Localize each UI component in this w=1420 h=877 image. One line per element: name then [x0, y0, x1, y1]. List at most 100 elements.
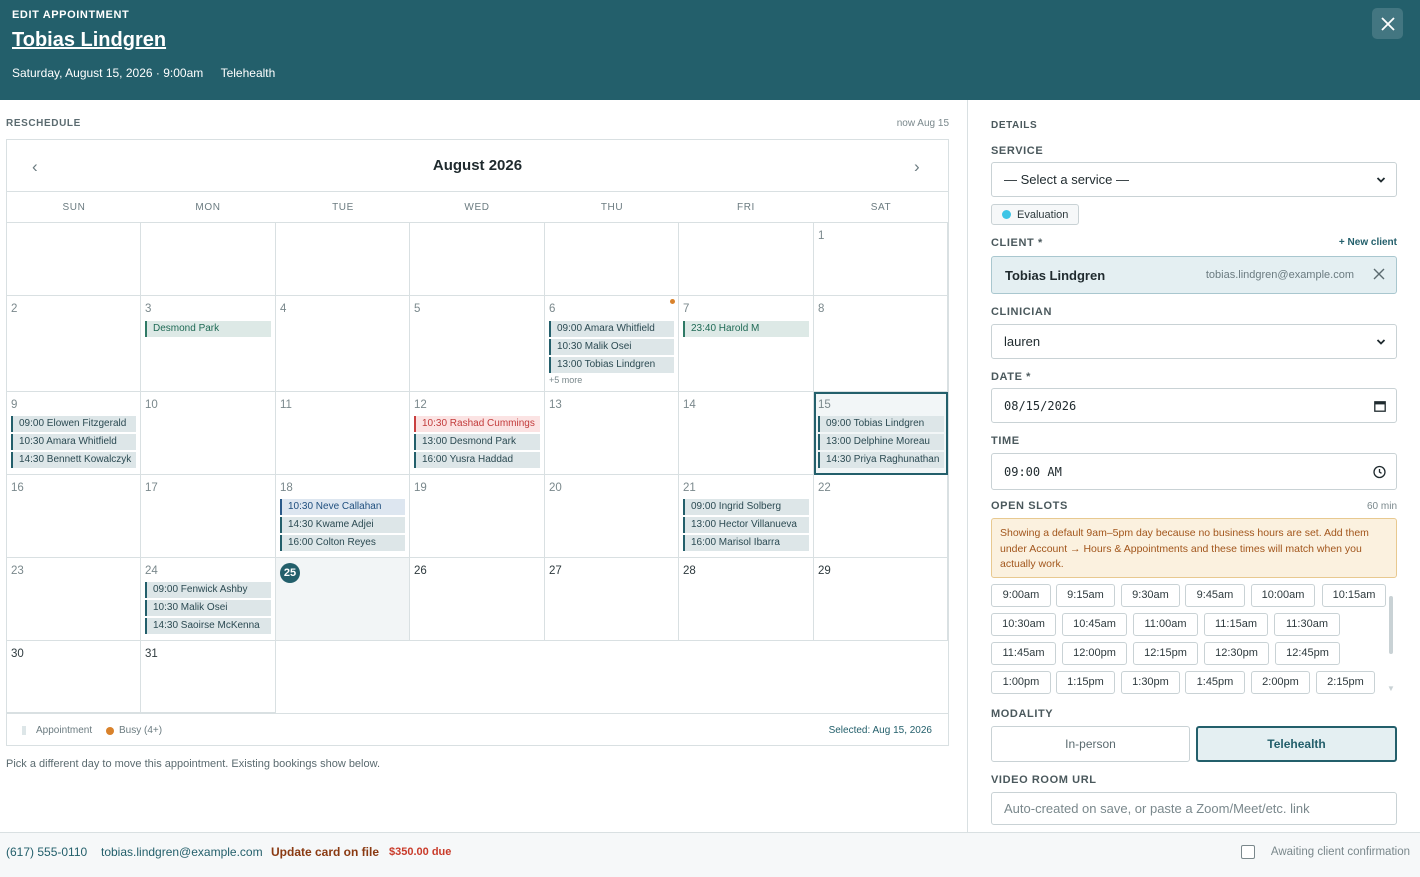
appointment-chip[interactable]: 09:00 Elowen Fitzgerald — [11, 416, 136, 432]
slot-button[interactable]: 11:15am — [1204, 613, 1268, 636]
day-cell-27[interactable]: 27 — [545, 558, 679, 641]
date-input[interactable]: 08/15/2026 — [991, 388, 1397, 423]
slot-button[interactable]: 2:00pm — [1251, 671, 1310, 694]
day-cell-23[interactable]: 23 — [7, 558, 141, 641]
appointment-chip[interactable]: 14:30 Kwame Adjei — [280, 517, 405, 533]
slot-button[interactable]: 10:45am — [1062, 613, 1127, 636]
appointment-chip[interactable]: 10:30 Malik Osei — [549, 339, 674, 355]
slot-button[interactable]: 9:00am — [991, 584, 1051, 607]
day-cell-2[interactable]: 2 — [7, 296, 141, 392]
slot-button[interactable]: 9:45am — [1185, 584, 1245, 607]
day-cell-12[interactable]: 12 10:30 Rashad Cummings 13:00 Desmond P… — [410, 392, 545, 475]
appointment-chip[interactable]: 13:00 Desmond Park — [414, 434, 540, 450]
day-cell-16[interactable]: 16 — [7, 475, 141, 558]
day-cell-4[interactable]: 4 — [276, 296, 410, 392]
service-chip-evaluation[interactable]: Evaluation — [991, 204, 1080, 225]
day-cell-10[interactable]: 10 — [141, 392, 276, 475]
appointment-chip[interactable]: 10:30 Rashad Cummings — [414, 416, 540, 432]
awaiting-confirmation-checkbox[interactable] — [1240, 845, 1255, 859]
scroll-down-icon[interactable]: ▼ — [1387, 684, 1395, 693]
day-cell-31[interactable]: 31 — [141, 641, 276, 713]
day-cell-25-today[interactable]: 25 — [276, 558, 410, 641]
appointment-chip[interactable]: 16:00 Marisol Ibarra — [683, 535, 809, 551]
day-cell-9[interactable]: 9 09:00 Elowen Fitzgerald 10:30 Amara Wh… — [7, 392, 141, 475]
slot-button[interactable]: 12:45pm — [1275, 642, 1340, 665]
slot-button[interactable]: 10:15am — [1322, 584, 1386, 607]
appointment-chip[interactable]: 16:00 Yusra Haddad — [414, 452, 540, 468]
appointment-chip[interactable]: 13:00 Hector Villanueva — [683, 517, 809, 533]
slots-scrollbar[interactable] — [1389, 596, 1393, 654]
client-phone-link[interactable]: (617) 555-0110 — [6, 845, 87, 859]
slot-button[interactable]: 1:15pm — [1056, 671, 1115, 694]
appointment-chip[interactable]: 13:00 Delphine Moreau — [818, 434, 944, 450]
appointment-chip[interactable]: 09:00 Ingrid Solberg — [683, 499, 809, 515]
day-cell-26[interactable]: 26 — [410, 558, 545, 641]
appointment-chip[interactable]: 10:30 Neve Callahan — [280, 499, 405, 515]
day-number: 11 — [280, 399, 292, 411]
slot-button[interactable]: 2:15pm — [1316, 671, 1375, 694]
day-cell-21[interactable]: 21 09:00 Ingrid Solberg 13:00 Hector Vil… — [679, 475, 814, 558]
day-cell-7[interactable]: 7 23:40 Harold M — [679, 296, 814, 392]
day-cell-15-selected[interactable]: 15 09:00 Tobias Lindgren 13:00 Delphine … — [814, 392, 948, 475]
client-email-link[interactable]: tobias.lindgren@example.com — [101, 845, 263, 859]
close-button[interactable] — [1372, 8, 1403, 39]
appointment-chip[interactable]: 23:40 Harold M — [683, 321, 809, 337]
client-name-link[interactable]: Tobias Lindgren — [12, 29, 166, 52]
clinician-select[interactable]: lauren — [991, 324, 1397, 359]
slot-button[interactable]: 11:45am — [991, 642, 1056, 665]
appointment-chip[interactable]: 13:00 Tobias Lindgren — [549, 357, 674, 373]
slot-button[interactable]: 9:15am — [1056, 584, 1115, 607]
day-cell-18[interactable]: 18 10:30 Neve Callahan 14:30 Kwame Adjei… — [276, 475, 410, 558]
day-cell-22[interactable]: 22 — [814, 475, 948, 558]
video-url-input[interactable]: Auto-created on save, or paste a Zoom/Me… — [991, 792, 1397, 825]
day-cell-28[interactable]: 28 — [679, 558, 814, 641]
day-cell-11[interactable]: 11 — [276, 392, 410, 475]
slot-button[interactable]: 9:30am — [1121, 584, 1180, 607]
slot-button[interactable]: 12:00pm — [1062, 642, 1127, 665]
calendar-icon[interactable] — [1374, 400, 1386, 412]
new-client-link[interactable]: + New client — [1339, 237, 1397, 248]
day-cell-3[interactable]: 3 Desmond Park — [141, 296, 276, 392]
slot-button[interactable]: 1:45pm — [1185, 671, 1245, 694]
appointment-chip[interactable]: 09:00 Fenwick Ashby — [145, 582, 271, 598]
more-appointments-link[interactable]: +5 more — [549, 375, 582, 385]
slot-button[interactable]: 12:15pm — [1133, 642, 1198, 665]
today-marker: 25 — [280, 563, 300, 583]
slot-button[interactable]: 10:30am — [991, 613, 1056, 636]
modality-telehealth-button[interactable]: Telehealth — [1196, 726, 1397, 762]
day-cell-14[interactable]: 14 — [679, 392, 814, 475]
slot-button[interactable]: 11:30am — [1274, 613, 1340, 636]
day-cell-30[interactable]: 30 — [7, 641, 141, 713]
appointment-chip[interactable]: 09:00 Amara Whitfield — [549, 321, 674, 337]
slot-button[interactable]: 1:30pm — [1121, 671, 1180, 694]
appointment-chip[interactable]: 10:30 Malik Osei — [145, 600, 271, 616]
day-cell-6[interactable]: 6 09:00 Amara Whitfield 10:30 Malik Osei… — [545, 296, 679, 392]
appointment-chip[interactable]: 14:30 Saoirse McKenna — [145, 618, 271, 634]
clock-icon[interactable] — [1373, 465, 1386, 478]
appointment-chip[interactable]: 14:30 Bennett Kowalczyk — [11, 452, 136, 468]
appointment-chip[interactable]: 09:00 Tobias Lindgren — [818, 416, 944, 432]
update-card-link[interactable]: Update card on file — [271, 845, 379, 859]
appointment-chip[interactable]: 16:00 Colton Reyes — [280, 535, 405, 551]
slot-button[interactable]: 11:00am — [1133, 613, 1198, 636]
slot-button[interactable]: 12:30pm — [1204, 642, 1269, 665]
slot-button[interactable]: 1:00pm — [991, 671, 1051, 694]
day-cell-5[interactable]: 5 — [410, 296, 545, 392]
appointment-chip[interactable]: Desmond Park — [145, 321, 271, 337]
day-cell-19[interactable]: 19 — [410, 475, 545, 558]
time-input[interactable]: 09:00 AM — [991, 453, 1397, 490]
slot-button[interactable]: 10:00am — [1251, 584, 1315, 607]
appointment-chip[interactable]: 10:30 Amara Whitfield — [11, 434, 136, 450]
day-cell-8[interactable]: 8 — [814, 296, 948, 392]
next-month-button[interactable]: › — [914, 157, 920, 177]
service-select[interactable]: — Select a service — — [991, 162, 1397, 197]
day-cell-17[interactable]: 17 — [141, 475, 276, 558]
appointment-chip[interactable]: 14:30 Priya Raghunathan — [818, 452, 944, 468]
day-cell-13[interactable]: 13 — [545, 392, 679, 475]
day-cell-1[interactable]: 1 — [814, 223, 948, 296]
clear-client-icon[interactable] — [1372, 267, 1386, 281]
day-cell-24[interactable]: 24 09:00 Fenwick Ashby 10:30 Malik Osei … — [141, 558, 276, 641]
modality-in-person-button[interactable]: In-person — [991, 726, 1190, 762]
day-cell-29[interactable]: 29 — [814, 558, 948, 641]
day-cell-20[interactable]: 20 — [545, 475, 679, 558]
